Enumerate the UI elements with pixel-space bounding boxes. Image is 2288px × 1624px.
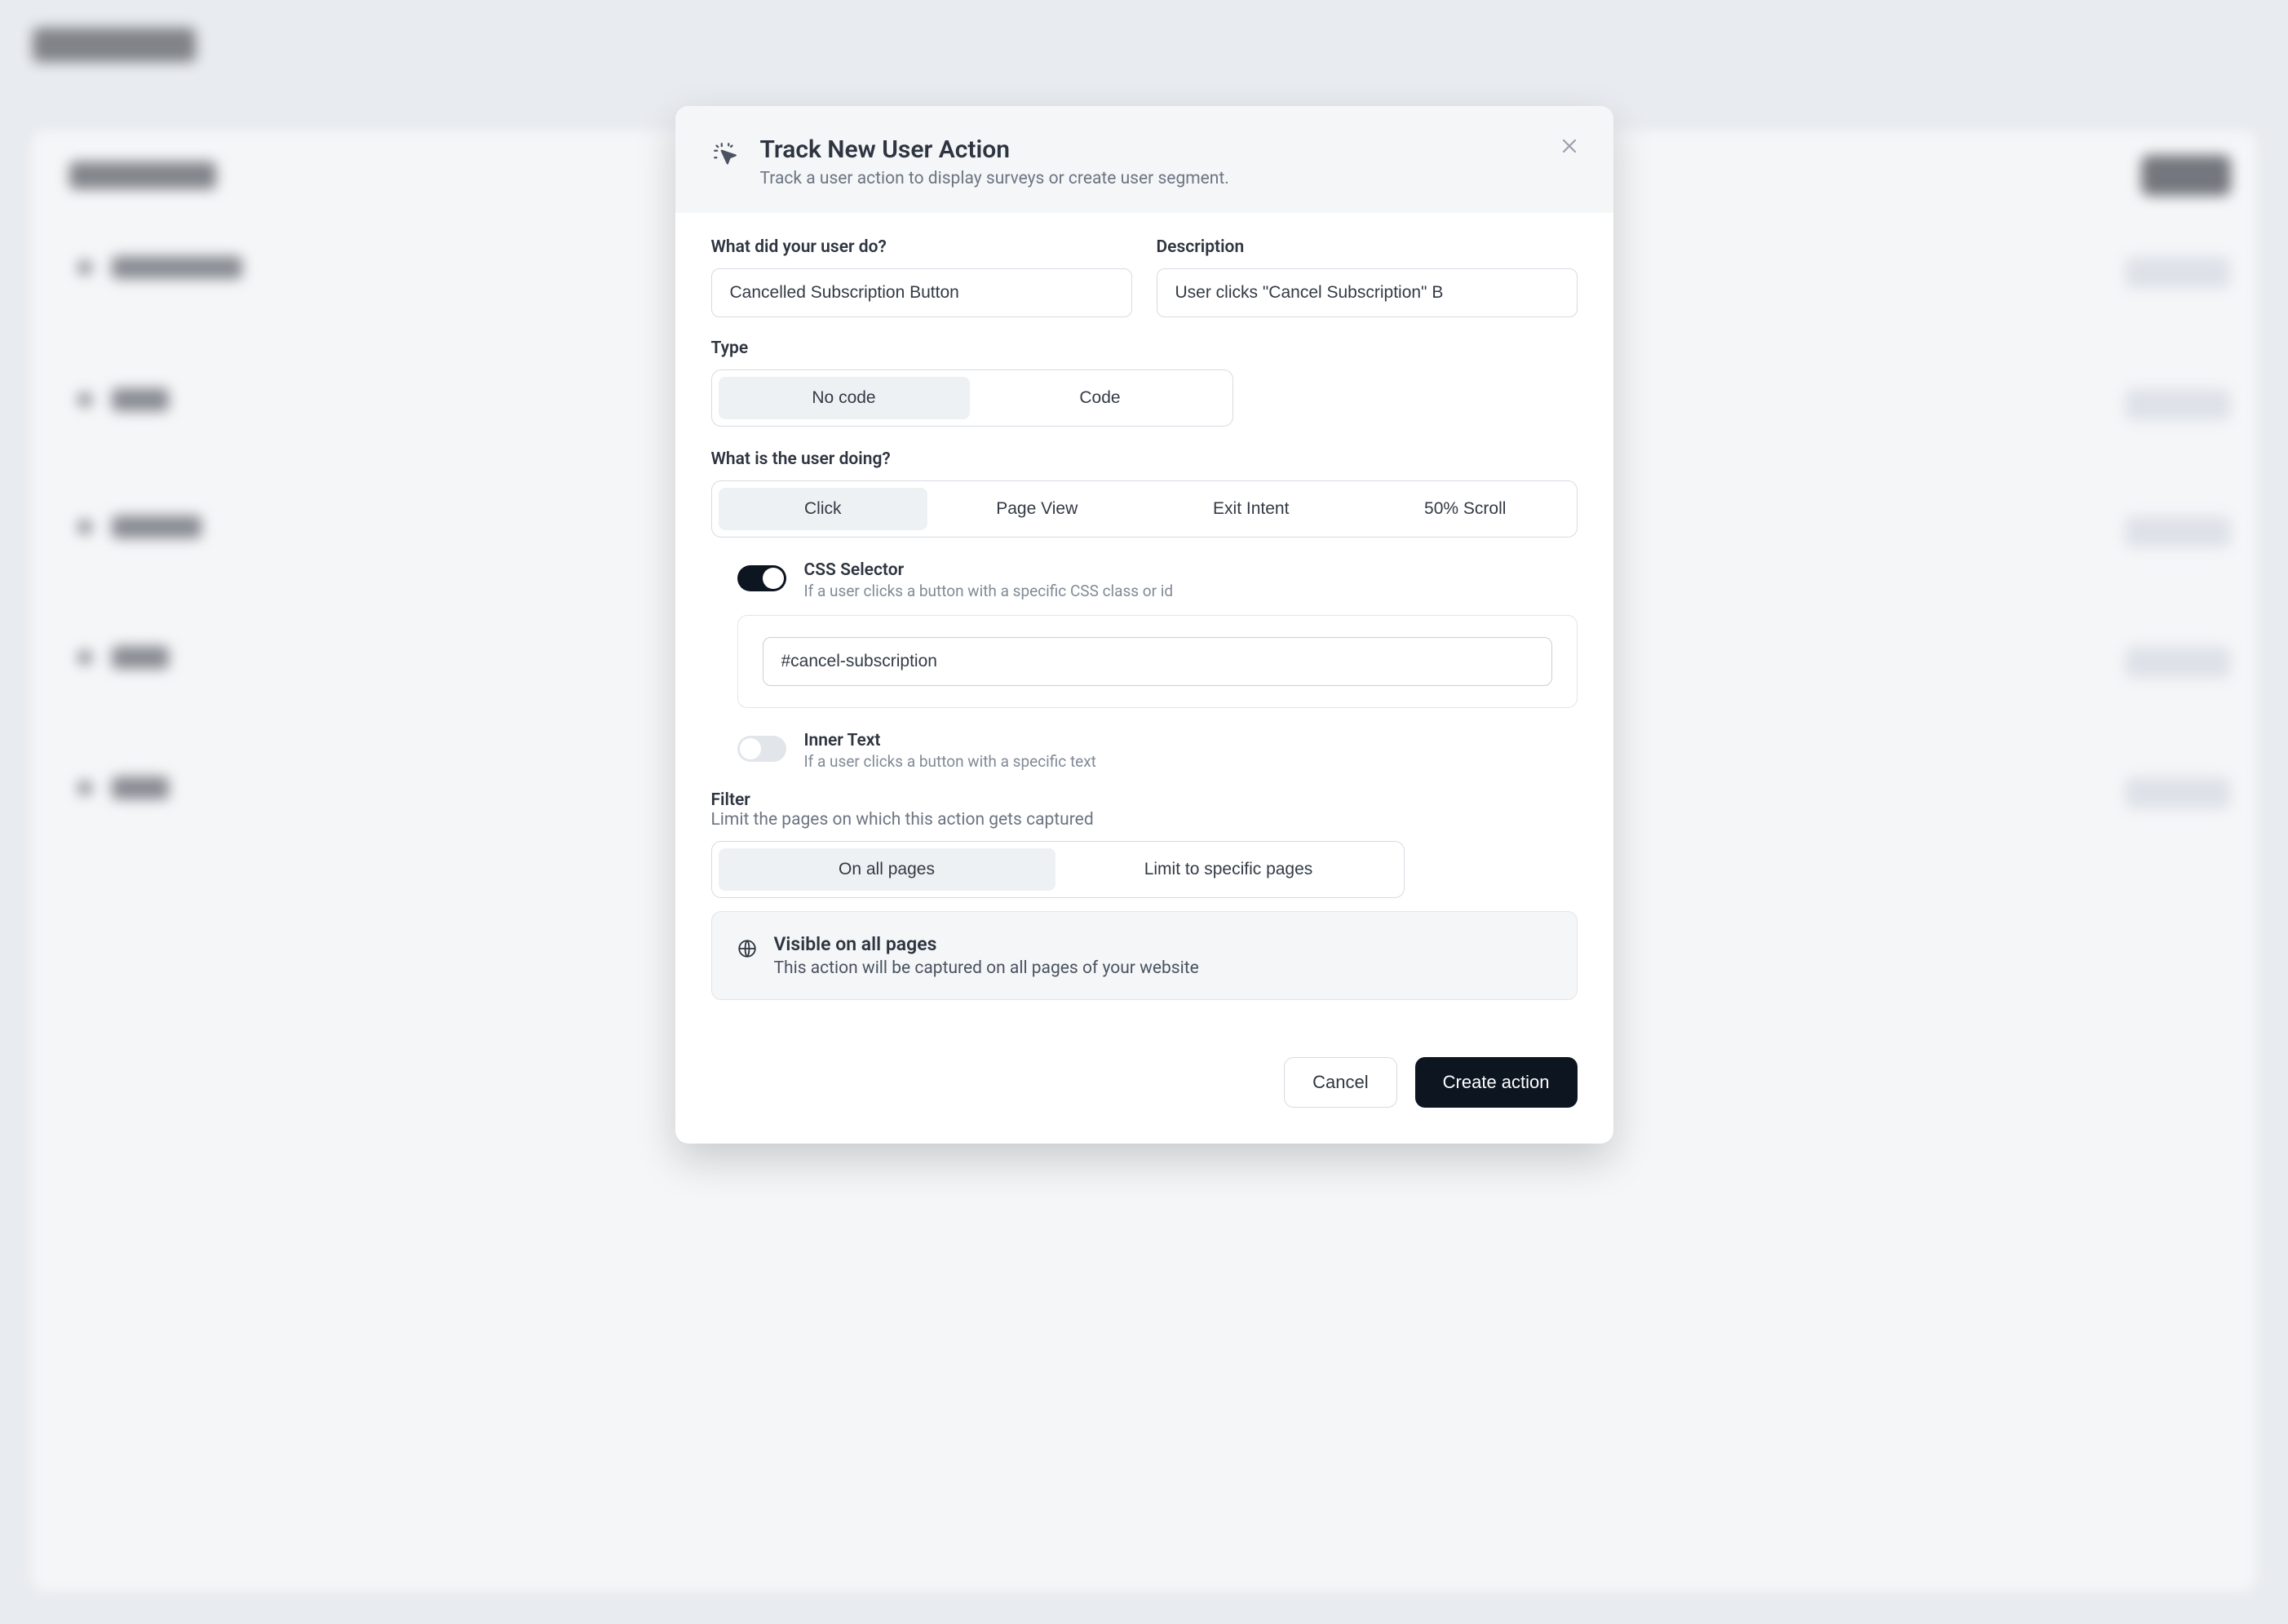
css-selector-toggle[interactable]: [737, 565, 786, 591]
css-selector-input[interactable]: [763, 637, 1552, 686]
modal-header: Track New User Action Track a user actio…: [675, 106, 1613, 213]
modal-overlay: Track New User Action Track a user actio…: [0, 0, 2288, 1624]
globe-icon: [737, 938, 758, 959]
action-name-label: What did your user do?: [711, 237, 1132, 257]
close-button[interactable]: [1553, 131, 1586, 163]
filter-sublabel: Limit the pages on which this action get…: [711, 810, 1578, 830]
css-selector-box: [737, 615, 1578, 708]
modal-footer: Cancel Create action: [675, 1041, 1613, 1144]
modal-subtitle: Track a user action to display surveys o…: [760, 169, 1229, 188]
type-segmented-control: No code Code: [711, 369, 1233, 427]
filter-info-card: Visible on all pages This action will be…: [711, 911, 1578, 1000]
css-selector-desc: If a user clicks a button with a specifi…: [804, 582, 1174, 600]
action-name-input[interactable]: [711, 268, 1132, 317]
trigger-option-exit-intent[interactable]: Exit Intent: [1147, 488, 1356, 530]
cancel-button[interactable]: Cancel: [1284, 1057, 1396, 1108]
filter-label: Filter: [711, 790, 1578, 810]
filter-segmented-control: On all pages Limit to specific pages: [711, 841, 1405, 898]
filter-info-title: Visible on all pages: [774, 933, 1199, 955]
inner-text-toggle[interactable]: [737, 736, 786, 762]
css-selector-title: CSS Selector: [804, 560, 1174, 580]
description-input[interactable]: [1157, 268, 1578, 317]
description-label: Description: [1157, 237, 1578, 257]
trigger-option-scroll[interactable]: 50% Scroll: [1361, 488, 1570, 530]
type-option-code[interactable]: Code: [975, 377, 1226, 419]
close-icon: [1560, 136, 1579, 158]
trigger-segmented-control: Click Page View Exit Intent 50% Scroll: [711, 480, 1578, 538]
trigger-option-page-view[interactable]: Page View: [932, 488, 1142, 530]
filter-option-all-pages[interactable]: On all pages: [719, 848, 1055, 891]
inner-text-title: Inner Text: [804, 731, 1096, 750]
modal-title: Track New User Action: [760, 135, 1229, 164]
type-option-no-code[interactable]: No code: [719, 377, 970, 419]
create-action-button[interactable]: Create action: [1415, 1057, 1578, 1108]
trigger-option-click[interactable]: Click: [719, 488, 928, 530]
cursor-click-icon: [711, 140, 739, 168]
track-action-modal: Track New User Action Track a user actio…: [675, 106, 1613, 1144]
type-label: Type: [711, 339, 1578, 358]
inner-text-desc: If a user clicks a button with a specifi…: [804, 752, 1096, 771]
trigger-label: What is the user doing?: [711, 449, 1578, 469]
filter-option-specific-pages[interactable]: Limit to specific pages: [1060, 848, 1397, 891]
filter-info-desc: This action will be captured on all page…: [774, 958, 1199, 978]
